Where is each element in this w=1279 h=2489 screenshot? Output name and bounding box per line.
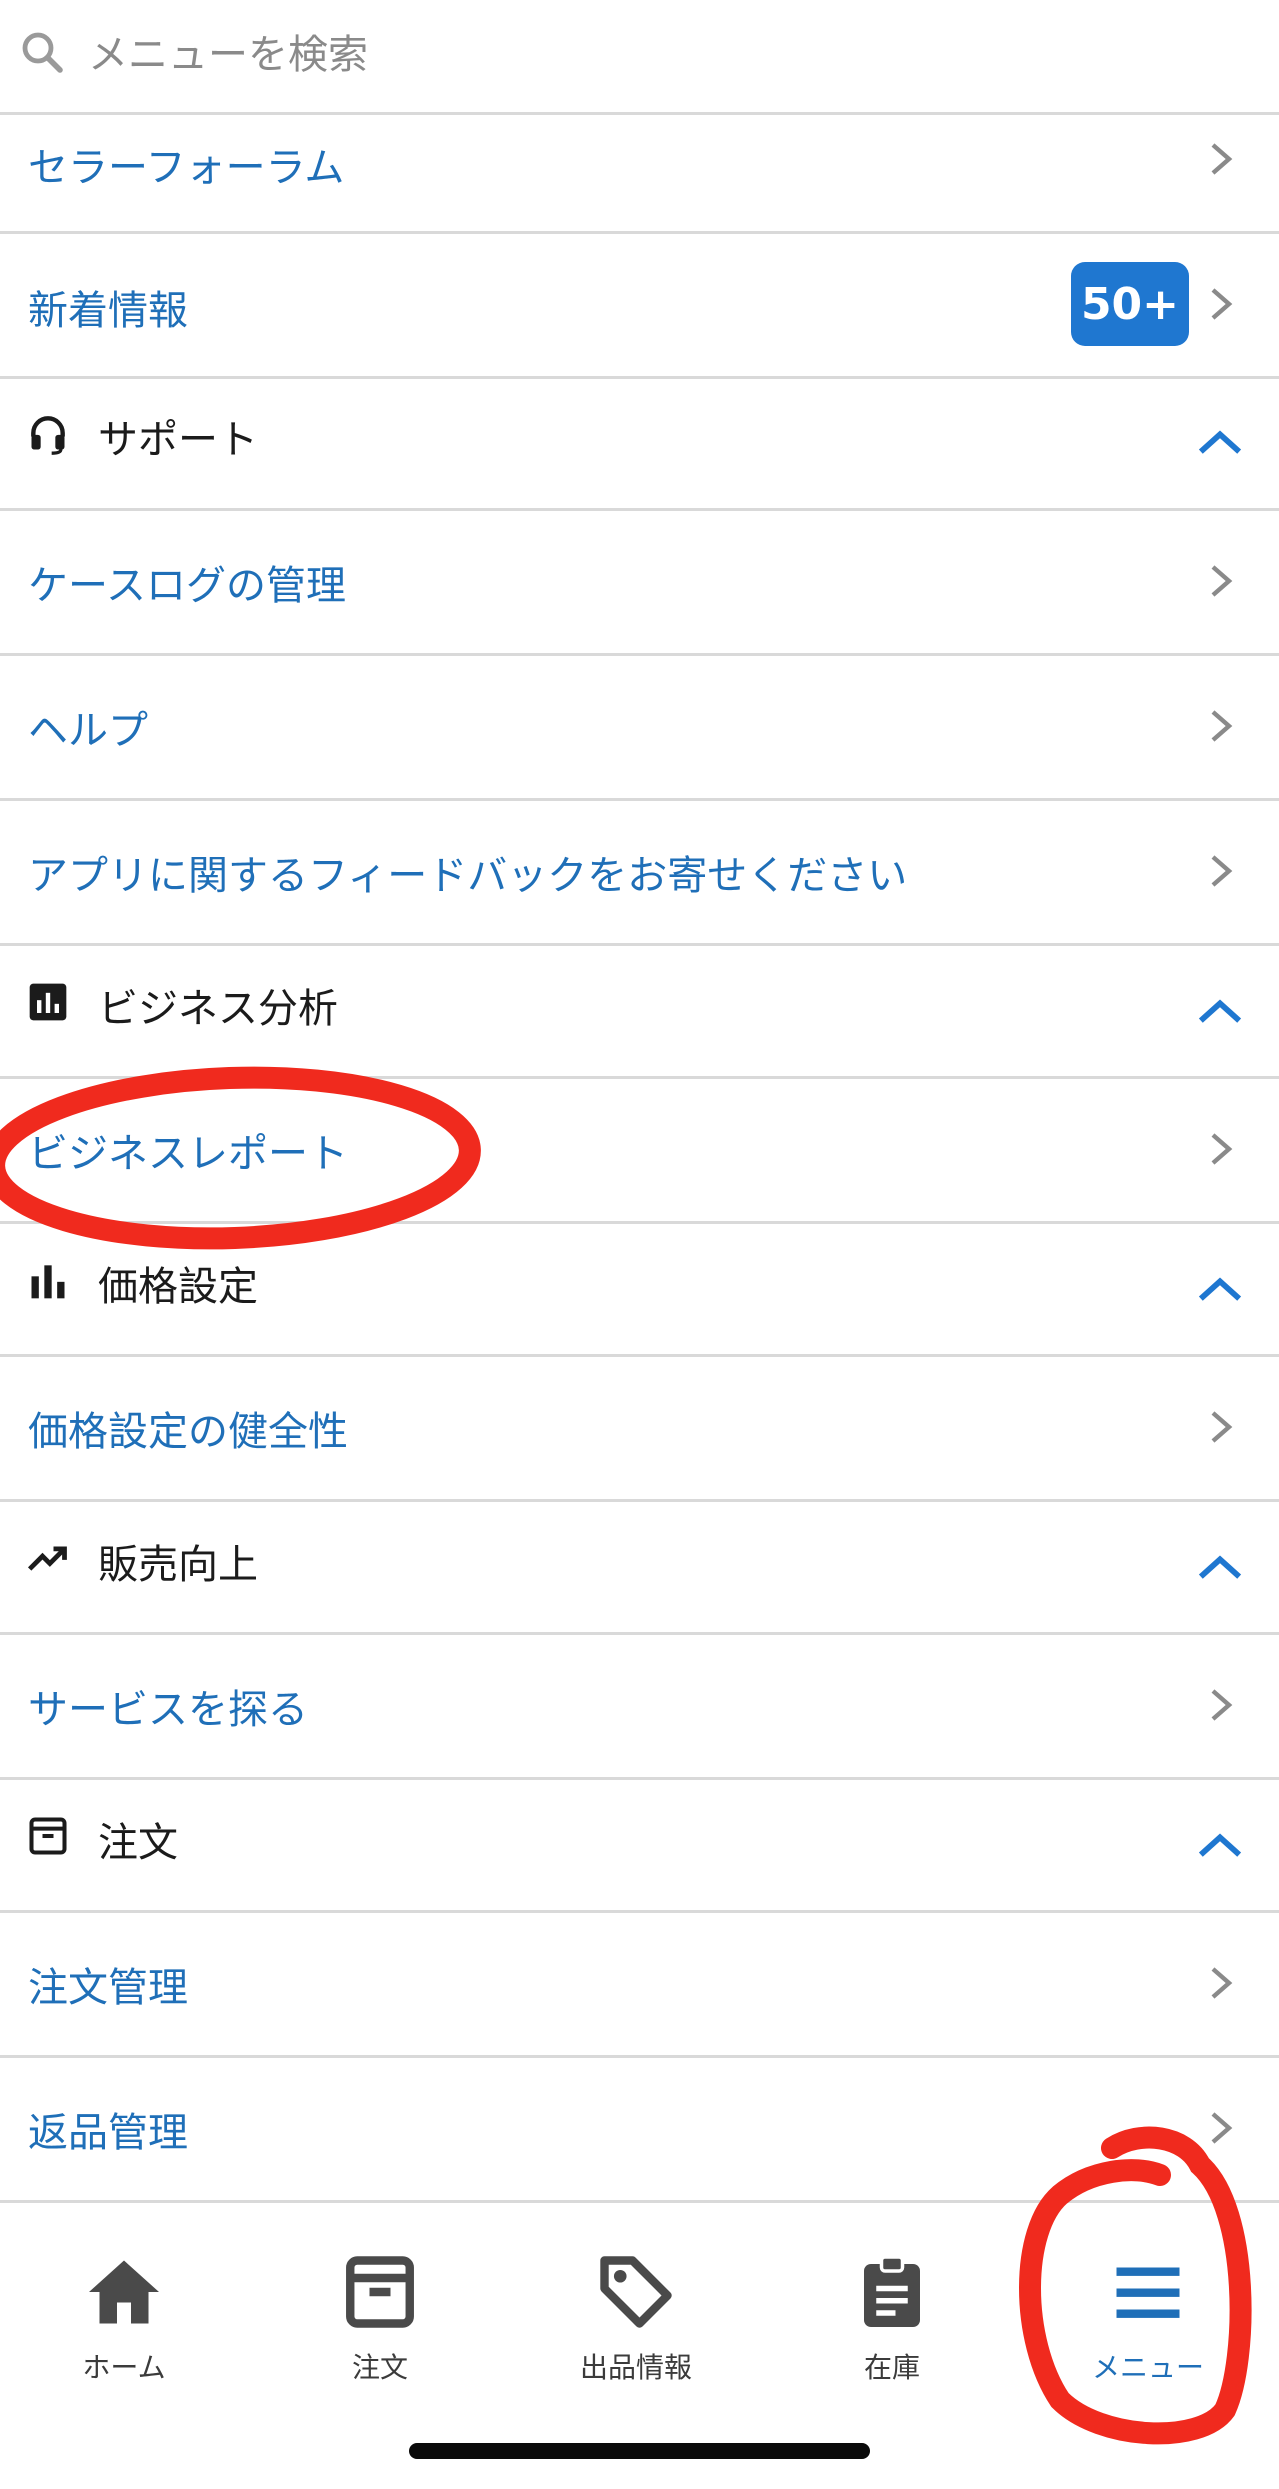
trending-up-icon <box>27 1546 67 1571</box>
chevron-up-icon[interactable] <box>1197 996 1243 1026</box>
section-header-business-analysis[interactable]: ビジネス分析 <box>0 946 1279 1079</box>
bar-chart-box-icon <box>29 983 67 1021</box>
tab-orders[interactable]: 注文 <box>280 2250 480 2400</box>
section-title: ビジネス分析 <box>98 986 338 1032</box>
tab-label: 注文 <box>351 2351 408 2384</box>
section-title: サポート <box>98 417 258 463</box>
tab-listings[interactable]: 出品情報 <box>536 2250 736 2400</box>
chevron-right-icon <box>1211 710 1233 742</box>
chevron-up-icon[interactable] <box>1197 427 1243 457</box>
chevron-right-icon <box>1211 1689 1233 1721</box>
headset-icon <box>31 416 65 455</box>
section-header-pricing[interactable]: 価格設定 <box>0 1224 1279 1357</box>
section-title: 注文 <box>98 1820 178 1866</box>
menu-item-label: 価格設定の健全性 <box>28 1409 348 1455</box>
chevron-right-icon <box>1211 2112 1233 2144</box>
section-title: 価格設定 <box>98 1264 258 1310</box>
chevron-up-icon[interactable] <box>1197 1552 1243 1582</box>
home-indicator <box>409 2443 870 2459</box>
section-title: 販売向上 <box>98 1542 258 1588</box>
chevron-up-icon[interactable] <box>1197 1274 1243 1304</box>
menu-item-label: 返品管理 <box>28 2110 188 2156</box>
menu-item-news[interactable]: 新着情報 50+ <box>0 234 1279 379</box>
order-box-icon <box>29 1817 67 1855</box>
tab-label: ホーム <box>82 2351 166 2384</box>
clipboard-icon <box>864 2255 920 2327</box>
hamburger-icon <box>1116 2267 1180 2318</box>
menu-item-pricing-health[interactable]: 価格設定の健全性 <box>0 1357 1279 1502</box>
menu-item-label: 注文管理 <box>28 1965 188 2011</box>
order-box-icon <box>346 2256 414 2328</box>
menu-item-label: ビジネスレポート <box>28 1131 348 1177</box>
menu-item-explore-services[interactable]: サービスを探る <box>0 1635 1279 1780</box>
search-bar[interactable]: メニューを検索 <box>0 0 1279 115</box>
menu-item-label: セラーフォーラム <box>28 145 345 191</box>
menu-item-label: ケースログの管理 <box>28 563 346 609</box>
menu-item-help[interactable]: ヘルプ <box>0 656 1279 801</box>
menu-item-business-report[interactable]: ビジネスレポート <box>0 1079 1279 1224</box>
section-header-orders[interactable]: 注文 <box>0 1780 1279 1913</box>
chevron-right-icon <box>1211 1411 1233 1443</box>
tab-home[interactable]: ホーム <box>24 2250 224 2400</box>
section-header-sales-growth[interactable]: 販売向上 <box>0 1502 1279 1635</box>
section-header-support[interactable]: サポート <box>0 379 1279 511</box>
tab-inventory[interactable]: 在庫 <box>792 2250 992 2400</box>
chevron-right-icon <box>1211 143 1233 175</box>
menu-item-seller-forum[interactable]: セラーフォーラム <box>0 117 1279 234</box>
search-icon <box>22 32 63 73</box>
chevron-right-icon <box>1211 1133 1233 1165</box>
menu-item-label: サービスを探る <box>28 1687 308 1733</box>
bar-chart-icon <box>31 1265 65 1299</box>
home-icon <box>89 2260 159 2324</box>
search-input[interactable]: メニューを検索 <box>88 22 368 80</box>
menu-item-order-management[interactable]: 注文管理 <box>0 1913 1279 2058</box>
tag-icon <box>600 2256 672 2328</box>
menu-item-label: ヘルプ <box>28 708 148 754</box>
menu-item-feedback[interactable]: アプリに関するフィードバックをお寄せください <box>0 801 1279 946</box>
chevron-right-icon <box>1211 1967 1233 1999</box>
chevron-right-icon <box>1211 855 1233 887</box>
tab-label: メニュー <box>1091 2351 1204 2384</box>
notification-badge: 50+ <box>1071 262 1189 346</box>
chevron-right-icon <box>1211 288 1233 320</box>
tab-label: 出品情報 <box>579 2351 692 2384</box>
menu-item-return-management[interactable]: 返品管理 <box>0 2058 1279 2203</box>
tab-menu[interactable]: メニュー <box>1048 2250 1248 2400</box>
chevron-right-icon <box>1211 565 1233 597</box>
menu-item-label: アプリに関するフィードバックをお寄せください <box>28 853 908 899</box>
tab-label: 在庫 <box>863 2351 920 2384</box>
menu-item-case-log[interactable]: ケースログの管理 <box>0 511 1279 656</box>
chevron-up-icon[interactable] <box>1197 1830 1243 1860</box>
menu-item-label: 新着情報 <box>28 288 188 334</box>
